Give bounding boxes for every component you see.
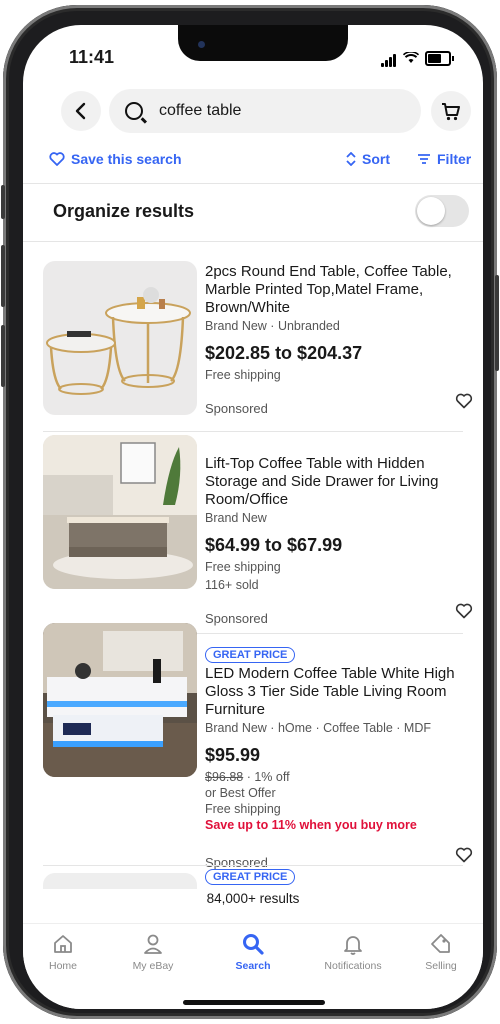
listing-shipping: Free shipping — [205, 802, 281, 816]
back-button[interactable] — [61, 91, 101, 131]
great-price-badge: GREAT PRICE — [205, 869, 296, 885]
organize-results-toggle[interactable] — [415, 195, 469, 227]
search-actions: Save this search Sort Filter — [23, 151, 483, 181]
battery-icon — [425, 50, 454, 66]
listing-shipping: Free shipping — [205, 368, 281, 382]
status-icons — [381, 49, 454, 67]
bell-icon — [344, 936, 362, 955]
divider — [43, 431, 463, 432]
listing-price: $95.99 — [205, 745, 261, 765]
signal-icon — [381, 49, 397, 67]
listing-was-price-row: $96.88 · 1% off — [205, 770, 475, 784]
listing-info: 2pcs Round End Table, Coffee Table, Marb… — [205, 263, 475, 382]
filter-label: Filter — [437, 151, 472, 167]
tab-label: Search — [235, 960, 271, 972]
tab-label: Selling — [425, 960, 457, 972]
search-header: coffee table — [23, 87, 483, 141]
great-price-badge: GREAT PRICE — [205, 647, 296, 663]
listing-sold-count: 116+ sold — [205, 578, 259, 592]
listing-image[interactable] — [43, 261, 197, 415]
volume-up-button — [1, 245, 5, 307]
listing-promo: Save up to 11% when you buy more — [205, 818, 417, 832]
volume-down-button — [1, 325, 5, 387]
heart-icon — [49, 152, 65, 166]
tag-icon — [431, 934, 450, 953]
divider — [23, 241, 483, 242]
listing-image[interactable] — [43, 435, 197, 589]
listing-item[interactable]: 2pcs Round End Table, Coffee Table, Marb… — [23, 261, 483, 431]
listing-discount: · 1% off — [243, 770, 290, 784]
listing-condition: Brand New · hOme · Coffee Table · MDF — [205, 721, 432, 735]
sort-label: Sort — [362, 151, 390, 167]
wifi-icon — [403, 52, 419, 63]
mute-switch — [1, 185, 5, 219]
search-icon — [243, 934, 264, 955]
sort-icon — [346, 152, 356, 166]
listing-info: Lift-Top Coffee Table with Hidden Storag… — [205, 455, 475, 592]
listing-title[interactable]: 2pcs Round End Table, Coffee Table, Marb… — [205, 263, 475, 317]
listing-title[interactable]: LED Modern Coffee Table White High Gloss… — [205, 665, 475, 719]
listing-was-price: $96.88 — [205, 770, 244, 784]
listing-item[interactable]: GREAT PRICE LED Modern Coffee Table Whit… — [23, 623, 483, 870]
tab-search[interactable]: Search — [213, 932, 293, 972]
power-button — [495, 275, 499, 371]
listing-title[interactable]: Lift-Top Coffee Table with Hidden Storag… — [205, 455, 475, 509]
sponsored-label: Sponsored — [205, 401, 268, 416]
filter-button[interactable]: Filter — [417, 151, 471, 167]
listing-price: $202.85 to $204.37 — [205, 343, 363, 363]
save-search-label: Save this search — [71, 151, 182, 167]
cart-button[interactable] — [431, 91, 471, 131]
listing-item[interactable]: GREAT PRICE — [23, 867, 483, 889]
listing-item[interactable]: Lift-Top Coffee Table with Hidden Storag… — [23, 435, 483, 626]
bottom-tab-bar: Home My eBay Search Notifications Sellin… — [23, 923, 483, 1009]
tab-notifications[interactable]: Notifications — [313, 932, 393, 972]
watch-heart-icon[interactable] — [455, 393, 473, 409]
listing-image[interactable] — [43, 873, 197, 889]
listing-info: GREAT PRICE LED Modern Coffee Table Whit… — [205, 645, 475, 832]
toggle-knob — [417, 197, 445, 225]
organize-results-label: Organize results — [53, 201, 195, 221]
tab-label: My eBay — [132, 960, 174, 972]
listing-condition: Brand New · Unbranded — [205, 319, 340, 333]
listing-best-offer: or Best Offer — [205, 786, 276, 800]
tab-label: Notifications — [324, 960, 382, 972]
results-count: 84,000+ results — [206, 891, 300, 906]
chevron-left-icon — [75, 102, 86, 120]
tab-selling[interactable]: Selling — [401, 932, 481, 972]
watch-heart-icon[interactable] — [455, 603, 473, 619]
tab-home[interactable]: Home — [23, 932, 103, 972]
cart-icon — [442, 103, 460, 121]
listing-condition: Brand New — [205, 511, 267, 525]
search-query: coffee table — [159, 102, 242, 119]
status-time: 11:41 — [69, 47, 115, 67]
home-icon — [54, 935, 72, 953]
listing-shipping: Free shipping — [205, 560, 281, 574]
tab-my-ebay[interactable]: My eBay — [113, 932, 193, 972]
search-input[interactable]: coffee table — [109, 89, 421, 133]
search-icon — [125, 102, 143, 120]
app-screen: 11:41 coffee table Save this search Sort… — [23, 25, 483, 1009]
listing-price: $64.99 to $67.99 — [205, 535, 343, 555]
save-search-link[interactable]: Save this search — [49, 151, 182, 167]
home-indicator — [183, 1000, 325, 1005]
tab-label: Home — [48, 960, 77, 972]
listing-image[interactable] — [43, 623, 197, 777]
phone-frame: 11:41 coffee table Save this search Sort… — [1, 5, 499, 1019]
notch — [178, 25, 348, 61]
filter-icon — [418, 154, 430, 164]
watch-heart-icon[interactable] — [455, 847, 473, 863]
person-icon — [144, 934, 162, 954]
camera-dot — [198, 41, 205, 48]
sort-button[interactable]: Sort — [345, 151, 390, 167]
divider — [23, 183, 483, 184]
divider — [43, 865, 463, 866]
